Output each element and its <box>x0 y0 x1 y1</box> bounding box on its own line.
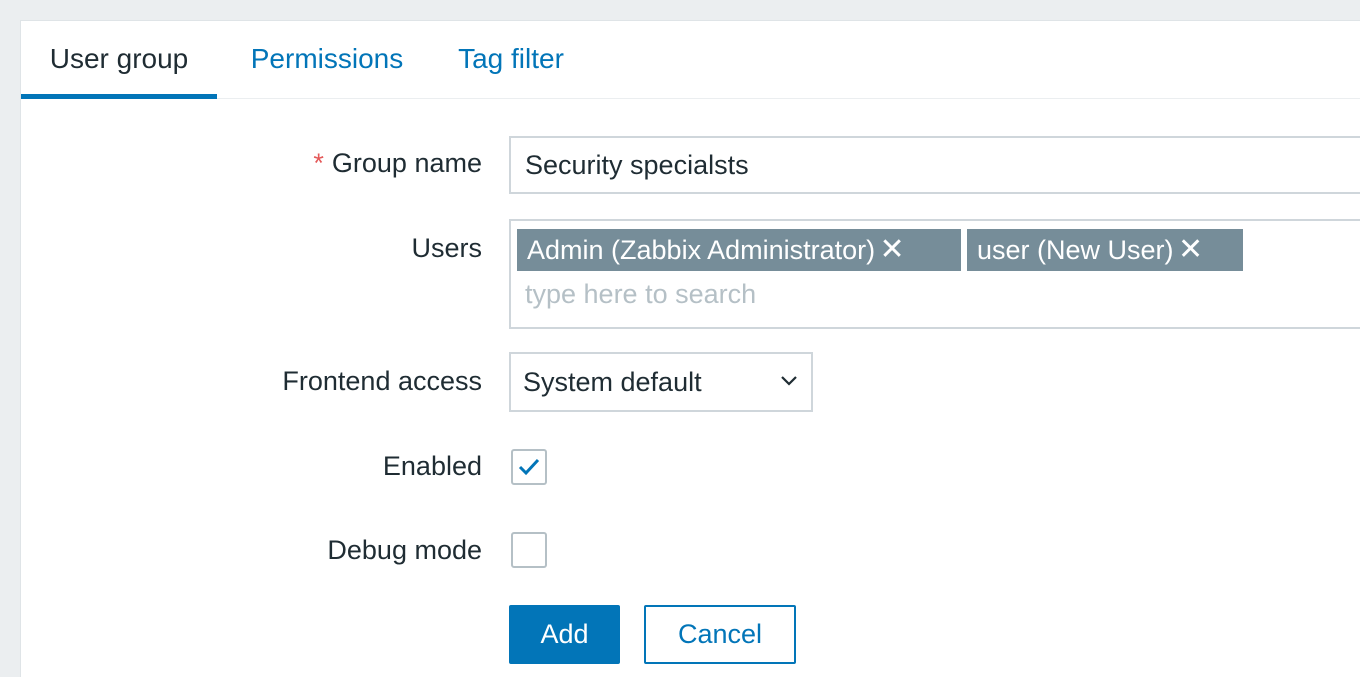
tab-user-group[interactable]: User group <box>21 21 217 99</box>
group-name-label: * Group name <box>313 148 482 179</box>
debug-mode-checkbox[interactable] <box>511 532 547 568</box>
tab-permissions[interactable]: Permissions <box>229 21 425 99</box>
chevron-down-icon <box>781 376 797 386</box>
enabled-checkbox[interactable] <box>511 449 547 485</box>
required-marker: * <box>313 148 324 178</box>
users-multiselect[interactable]: Admin (Zabbix Administrator) ✕ user (New … <box>509 219 1360 329</box>
checkmark-icon <box>518 458 540 476</box>
frontend-access-label: Frontend access <box>282 366 482 396</box>
tab-bar: User group Permissions Tag filter <box>21 21 1360 99</box>
user-group-form-panel: User group Permissions Tag filter * Group… <box>20 20 1360 677</box>
users-label: Users <box>411 233 482 263</box>
group-name-input[interactable]: Security specialsts <box>509 136 1360 194</box>
frontend-access-select[interactable]: System default <box>509 352 813 412</box>
close-icon[interactable]: ✕ <box>875 229 909 271</box>
tab-tag-filter[interactable]: Tag filter <box>441 21 581 99</box>
cancel-button[interactable]: Cancel <box>644 605 796 664</box>
users-search-input[interactable]: type here to search <box>525 279 756 310</box>
user-chip-label: Admin (Zabbix Administrator) <box>527 235 876 265</box>
debug-mode-label: Debug mode <box>327 535 482 565</box>
user-chip: Admin (Zabbix Administrator) ✕ <box>517 229 961 271</box>
add-button[interactable]: Add <box>509 605 620 664</box>
user-chip: user (New User) ✕ <box>967 229 1243 271</box>
user-chip-label: user (New User) <box>977 235 1174 265</box>
group-name-label-text: Group name <box>331 148 482 178</box>
close-icon[interactable]: ✕ <box>1174 229 1208 271</box>
enabled-label: Enabled <box>382 451 482 481</box>
frontend-access-value: System default <box>523 367 702 397</box>
